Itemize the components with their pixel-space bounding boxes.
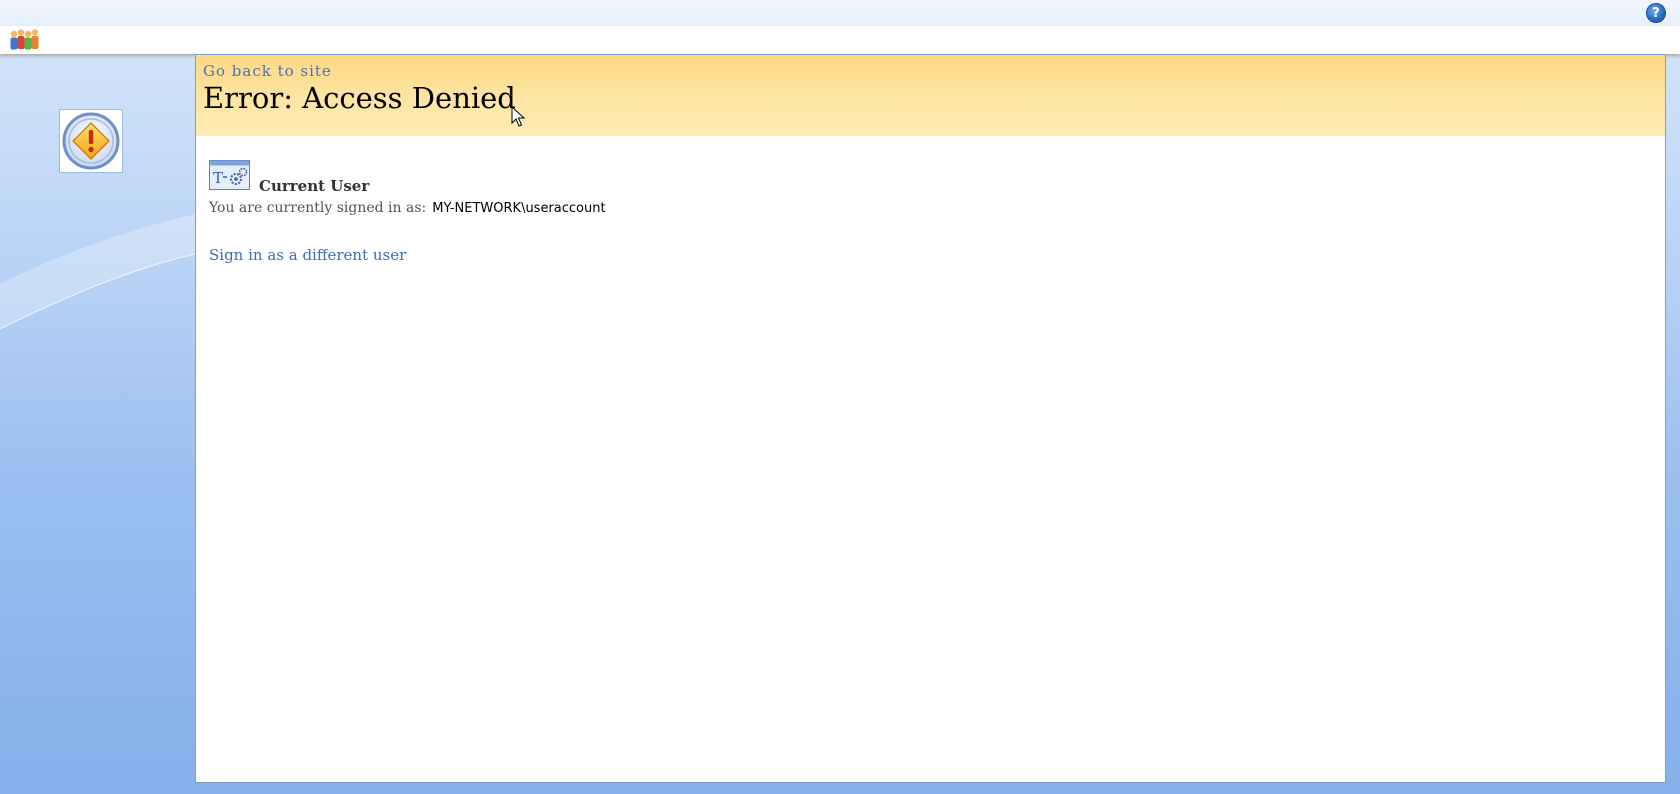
title-bar	[0, 26, 1680, 54]
content-panel: Go back to site Error: Access Denied T C…	[195, 54, 1666, 783]
account-name: MY-NETWORK\useraccount	[432, 201, 606, 216]
user-settings-icon: T	[209, 160, 250, 190]
people-logo-icon[interactable]	[7, 27, 43, 53]
help-icon[interactable]: ?	[1646, 3, 1666, 23]
page-title: Error: Access Denied	[203, 81, 516, 115]
warning-badge	[59, 109, 123, 173]
left-panel	[0, 54, 195, 794]
signed-in-label: You are currently signed in as:	[209, 200, 427, 216]
top-strip: ?	[0, 0, 1680, 26]
svg-text:T: T	[213, 169, 223, 187]
section-heading: Current User	[259, 177, 370, 195]
mouse-cursor-icon	[511, 106, 525, 127]
error-header: Go back to site Error: Access Denied	[196, 55, 1665, 136]
signed-in-row: You are currently signed in as: MY-NETWOR…	[209, 200, 606, 216]
go-back-link[interactable]: Go back to site	[203, 62, 332, 80]
sign-in-different-user-link[interactable]: Sign in as a different user	[209, 246, 406, 264]
warning-icon	[62, 112, 120, 170]
